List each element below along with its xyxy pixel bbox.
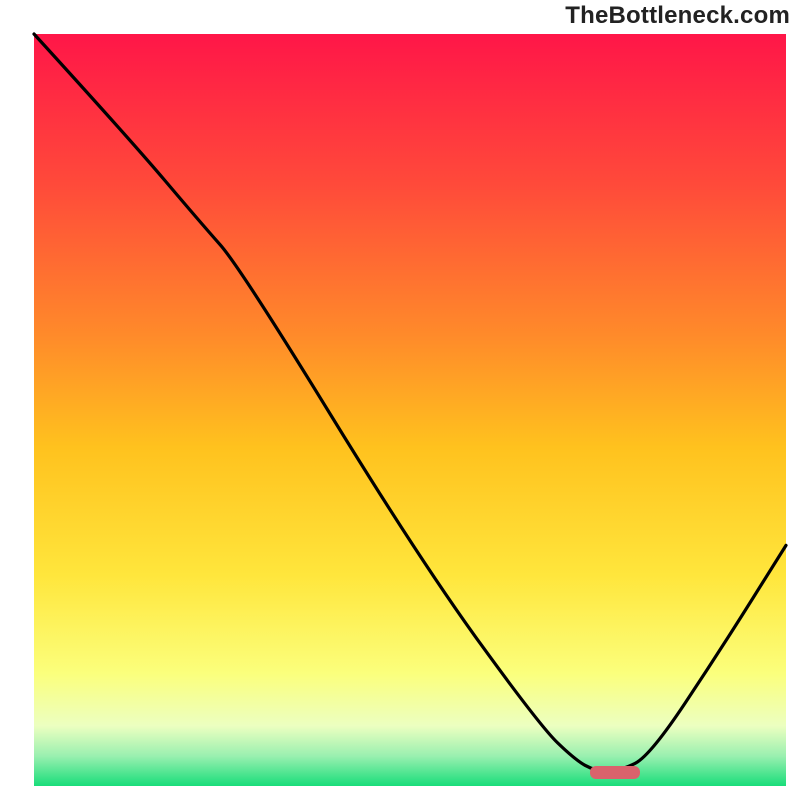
min-marker — [590, 766, 640, 779]
chart-stage: TheBottleneck.com — [0, 0, 800, 800]
plot-background — [34, 34, 786, 786]
bottleneck-chart — [0, 0, 800, 800]
watermark-text: TheBottleneck.com — [565, 2, 790, 30]
